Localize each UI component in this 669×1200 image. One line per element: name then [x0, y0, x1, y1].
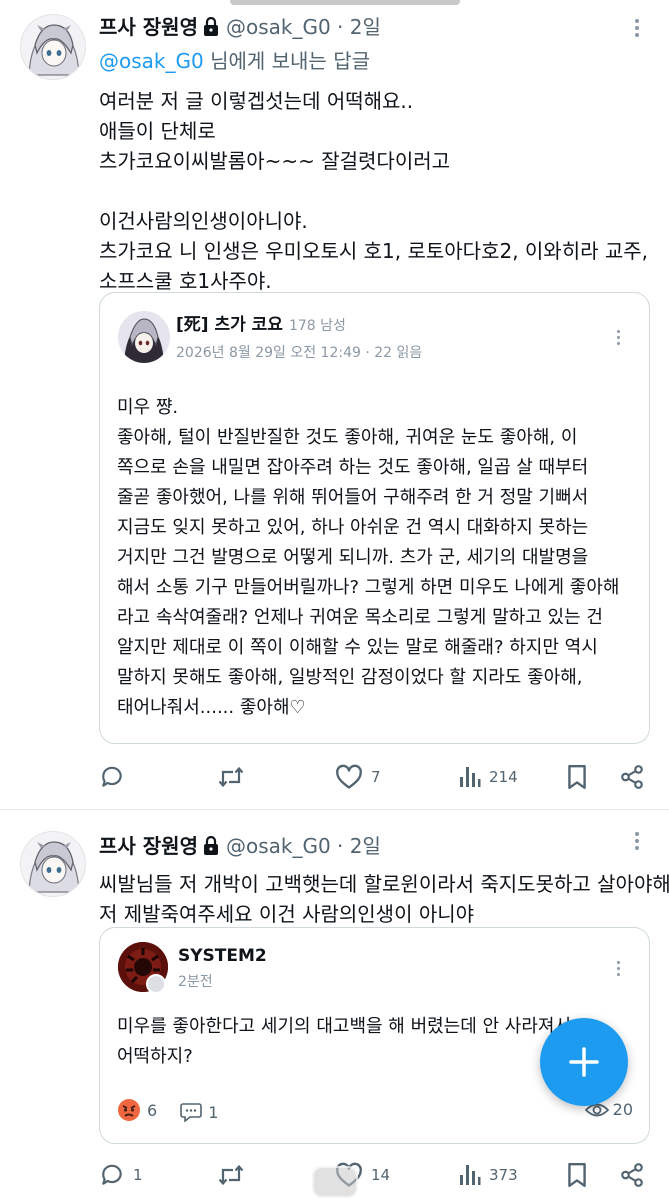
lock-icon	[202, 834, 220, 855]
quoted-meta: 2분전	[178, 974, 213, 990]
tweet-text-line: 이건사람의인생이아니야.	[99, 209, 308, 233]
bookmark-icon	[568, 764, 586, 790]
quoted-meta: 2026년 8월 29일 오전 12:49 · 22 읽음	[176, 345, 423, 361]
tweet-text: 씨발님들 저 개박이 고백햇는데 할로윈이라서 죽지도못하고 살아야해요 저 제…	[99, 869, 669, 929]
quoted-text-line: 어떡하지?	[117, 1046, 193, 1067]
retweet-icon	[218, 1164, 244, 1186]
bookmark-button[interactable]	[566, 1160, 588, 1190]
reply-mention[interactable]: @osak_G0	[99, 49, 204, 73]
tweet-header: 프사 장원영 @osak_G0 · 2일	[99, 831, 381, 861]
quoted-text-line: 태어나줘서...... 좋아해♡	[117, 697, 306, 718]
comment-icon	[180, 1103, 203, 1122]
separator-dot: ·	[337, 15, 344, 39]
quoted-text: 미우 쨩. 좋아해, 털이 반질반질한 것도 좋아해, 귀여운 눈도 좋아해, …	[117, 393, 619, 723]
quoted-text-line: 미우 쨩.	[117, 397, 179, 418]
tweet-time[interactable]: 2일	[350, 15, 381, 39]
reply-button[interactable]: 1	[99, 1160, 143, 1190]
tweet-text-line: 츠가코요이씨발롬아~~~ 잘걸렷다이러고	[99, 149, 451, 173]
action-bar: 1 14 373	[99, 1160, 650, 1190]
quoted-reactions: 6 1	[117, 1098, 236, 1128]
author-handle[interactable]: @osak_G0	[226, 15, 331, 39]
quoted-text-line: 미우를 좋아한다고 세기의 대고백을 해 버렸는데 안 사라져서	[117, 1016, 572, 1037]
quoted-avatar	[118, 311, 170, 363]
compose-button[interactable]	[540, 1018, 628, 1106]
verified-badge-icon	[146, 974, 166, 994]
reply-count: 1	[133, 1166, 143, 1184]
reply-icon	[102, 1164, 122, 1185]
quoted-text-line: 지금도 잊지 못하고 있어, 하나 아쉬운 건 역시 대화하지 못하는	[117, 517, 589, 538]
quoted-author-name: SYSTEM2	[178, 946, 267, 966]
share-button[interactable]	[619, 1160, 645, 1190]
bookmark-icon	[568, 1162, 586, 1188]
tweet-time[interactable]: 2일	[350, 834, 381, 858]
bookmark-button[interactable]	[566, 762, 588, 792]
reply-label: 님에게 보내는 답글	[203, 49, 370, 73]
quoted-more-icon[interactable]	[611, 958, 625, 980]
action-bar: 7 214	[99, 762, 650, 792]
angry-count: 6	[147, 1100, 158, 1120]
like-count: 7	[371, 768, 381, 786]
views-button[interactable]: 373	[457, 1160, 518, 1190]
author-handle[interactable]: @osak_G0	[226, 834, 331, 858]
more-options-icon[interactable]	[627, 829, 647, 855]
retweet-icon	[218, 766, 244, 788]
views-icon	[460, 767, 481, 787]
author-name[interactable]: 프사 장원영	[99, 834, 198, 858]
retweet-button[interactable]	[217, 762, 253, 792]
tweet-header: 프사 장원영 @osak_G0 · 2일	[99, 12, 381, 42]
views-button[interactable]: 214	[457, 762, 518, 792]
angry-face-icon	[118, 1099, 140, 1121]
quoted-more-icon[interactable]	[611, 327, 625, 349]
quoted-text: 미우를 좋아한다고 세기의 대고백을 해 버렸는데 안 사라져서 어떡하지?	[117, 1012, 571, 1072]
lock-icon	[202, 15, 220, 36]
angry-reaction[interactable]: 6	[117, 1098, 157, 1122]
tweet-text-line: 애들이 단체로	[99, 119, 216, 143]
quoted-author-info: 178 남성	[288, 318, 346, 334]
reply-icon	[102, 766, 122, 787]
quoted-text-line: 줄곧 좋아했어, 나를 위해 뛰어들어 구해주려 한 거 정말 기뻐서	[117, 487, 589, 508]
tweet-text-line: 여러분 저 글 이렇겝섯는데 어떡해요..	[99, 89, 414, 113]
reply-context: @osak_G0 님에게 보내는 답글	[99, 46, 370, 76]
quoted-text-line: 알지만 제대로 이 쪽이 이해할 수 있는 말로 해줄래? 하지만 역시	[117, 637, 598, 658]
author-name[interactable]: 프사 장원영	[99, 15, 198, 39]
share-icon	[621, 1163, 643, 1187]
plus-icon	[569, 1047, 599, 1077]
more-options-icon[interactable]	[627, 16, 647, 42]
heart-icon	[336, 764, 362, 789]
retweet-button[interactable]	[217, 1160, 253, 1190]
views-count: 214	[489, 768, 518, 786]
like-count: 14	[371, 1166, 391, 1184]
avatar[interactable]	[20, 831, 86, 897]
share-icon	[621, 765, 643, 789]
quoted-text-line: 해서 소통 기구 만들어버릴까나? 그렇게 하면 미우도 나에게 좋아해	[117, 577, 620, 598]
reply-button[interactable]	[99, 762, 133, 792]
views-count: 373	[489, 1166, 518, 1184]
quoted-text-line: 쪽으로 손을 내밀면 잡아주려 하는 것도 좋아해, 일곱 살 때부터	[117, 457, 589, 478]
quoted-author-name: [死] 츠가 코요	[176, 315, 283, 335]
comment-count: 1	[208, 1102, 219, 1122]
separator-dot: ·	[337, 834, 344, 858]
embedded-post-card[interactable]: [死] 츠가 코요 178 남성 2026년 8월 29일 오전 12:49 · …	[99, 292, 650, 744]
tweet-text: 여러분 저 글 이렇겝섯는데 어떡해요.. 애들이 단체로 츠가코요이씨발롬아~…	[99, 86, 649, 296]
tweet[interactable]: 프사 장원영 @osak_G0 · 2일 씨발님들 저 개박이 고백햇는데 할로윈…	[0, 811, 669, 1200]
comment-reaction[interactable]: 1	[180, 1102, 218, 1122]
quoted-views-count: 20	[612, 1100, 633, 1119]
quoted-text-line: 말하지 못해도 좋아해, 일방적인 감정이었다 할 지라도 좋아해,	[117, 667, 583, 688]
tweet-text-line: 츠가코요 니 인생은 우미오토시 호1, 로토아다호2, 이와히라 교주,	[99, 239, 649, 263]
quoted-author: [死] 츠가 코요 178 남성	[176, 313, 346, 338]
quoted-text-line: 거지만 그건 발명으로 어떻게 되니까. 츠가 군, 세기의 대발명을	[117, 547, 589, 568]
share-button[interactable]	[619, 762, 645, 792]
quoted-text-line: 좋아해, 털이 반질반질한 것도 좋아해, 귀여운 눈도 좋아해, 이	[117, 427, 578, 448]
quoted-text-line: 라고 속삭여줄래? 언제나 귀여운 목소리로 그렇게 말하고 있는 건	[117, 607, 603, 628]
like-button[interactable]: 7	[335, 762, 381, 792]
tweet-text-line: 저 제발죽여주세요 이건 사람의인생이 아니야	[99, 902, 475, 926]
views-icon	[460, 1165, 481, 1185]
avatar[interactable]	[20, 14, 86, 80]
home-indicator[interactable]	[312, 1166, 358, 1198]
tweet-text-line: 씨발님들 저 개박이 고백햇는데 할로윈이라서 죽지도못하고 살아야해요	[99, 872, 669, 896]
tweet-text-line	[99, 176, 639, 206]
tweet[interactable]: 프사 장원영 @osak_G0 · 2일 @osak_G0 님에게 보내는 답글 …	[0, 0, 669, 810]
